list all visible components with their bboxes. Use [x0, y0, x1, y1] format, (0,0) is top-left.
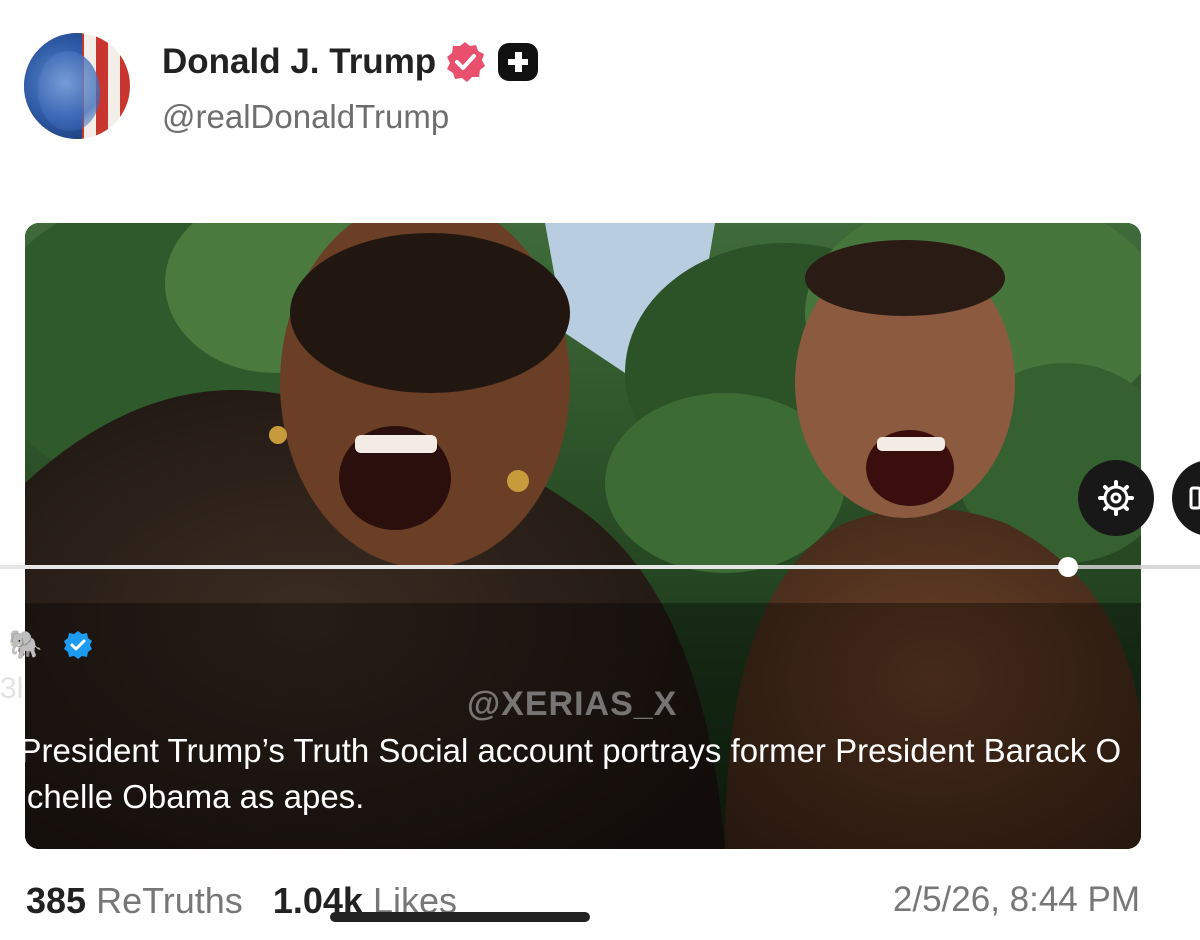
settings-button[interactable] — [1078, 460, 1154, 536]
avatar-face — [38, 51, 100, 131]
avatar[interactable] — [24, 33, 130, 139]
video-progress-fill — [0, 565, 1068, 569]
retruths-count[interactable]: 385 — [26, 880, 86, 921]
truth-plus-icon — [498, 43, 538, 81]
video-progress-bar[interactable] — [0, 565, 1200, 569]
next-icon — [1189, 486, 1200, 510]
overlay-caption-line2: Michelle Obama as apes. — [0, 778, 365, 815]
home-indicator[interactable] — [330, 912, 590, 922]
overlay-caption: n President Trump’s Truth Social account… — [0, 728, 1200, 820]
retruths-label[interactable]: ReTruths — [96, 880, 243, 921]
post-timestamp[interactable]: 2/5/26, 8:44 PM — [893, 880, 1140, 920]
verified-badge-icon — [447, 42, 485, 82]
elephant-icon: 🐘 — [8, 629, 43, 660]
display-name[interactable]: Donald J. Trump — [162, 42, 436, 82]
overlay-verified-icon — [64, 631, 92, 659]
next-media-button[interactable] — [1172, 460, 1200, 536]
gear-icon — [1098, 480, 1134, 516]
handle[interactable]: @realDonaldTrump — [162, 98, 449, 136]
video-watermark: @XERIAS_X — [467, 685, 678, 723]
video-progress-knob[interactable] — [1058, 557, 1078, 577]
overlay-caption-line1: n President Trump’s Truth Social account… — [0, 732, 1122, 769]
overlay-time: 3h — [0, 672, 22, 705]
